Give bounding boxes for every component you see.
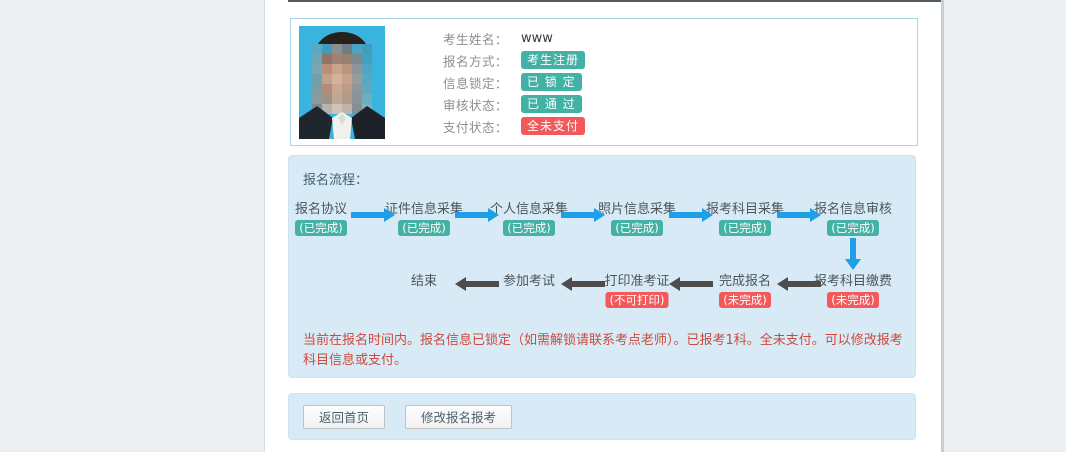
flow-step-status-badge: (未完成)	[827, 292, 878, 308]
info-row: 信息锁定： 已 锁 定	[443, 73, 585, 91]
flow-step: 完成报名 (未完成)	[719, 270, 771, 308]
candidate-photo	[299, 26, 385, 139]
flow-step-label: 报考科目采集	[706, 198, 784, 217]
arrow-down-head-icon	[845, 259, 861, 270]
info-value: www	[521, 31, 553, 46]
flow-step-status-badge: (已完成)	[719, 220, 770, 236]
flow-step-label: 证件信息采集	[385, 198, 463, 217]
arrow-left-icon	[680, 281, 713, 287]
info-row: 支付状态： 全未支付	[443, 117, 585, 135]
flow-step: 结束	[411, 270, 437, 289]
candidate-info-card: 考生姓名：www报名方式：考生注册信息锁定：已 锁 定审核状态：已 通 过支付状…	[290, 18, 918, 146]
flow-step-status-badge: (已完成)	[398, 220, 449, 236]
flow-step: 报名信息审核 (已完成)	[814, 198, 892, 236]
status-badge: 全未支付	[521, 117, 585, 135]
flow-step-label: 照片信息采集	[598, 198, 676, 217]
flow-title: 报名流程：	[303, 169, 368, 188]
arrow-right-icon	[777, 212, 810, 218]
flow-step-status-badge: (已完成)	[827, 220, 878, 236]
arrow-right-icon	[561, 212, 594, 218]
flow-step-label: 报考科目缴费	[814, 270, 892, 289]
arrow-down-icon	[850, 238, 856, 259]
arrow-left-icon	[572, 281, 605, 287]
info-row: 报名方式： 考生注册	[443, 51, 585, 69]
flow-step-label: 完成报名	[719, 270, 771, 289]
flow-step-label: 参加考试	[503, 270, 555, 289]
modify-registration-button[interactable]: 修改报名报考	[405, 405, 512, 429]
content-left-edge	[264, 0, 265, 452]
flow-step-status-badge: (未完成)	[719, 292, 770, 308]
status-note: 当前在报名时间内。报名信息已锁定（如需解锁请联系考点老师）。已报考1科。全未支付…	[303, 331, 909, 371]
status-badge: 已 锁 定	[521, 73, 582, 91]
info-label: 报名方式：	[443, 51, 511, 70]
info-label: 支付状态：	[443, 117, 511, 136]
flow-step: 报考科目采集 (已完成)	[706, 198, 784, 236]
info-row: 考生姓名： www	[443, 29, 585, 47]
info-label: 信息锁定：	[443, 73, 511, 92]
flow-step: 参加考试	[503, 270, 555, 289]
flow-step: 报名协议 (已完成)	[295, 198, 347, 236]
flow-step: 个人信息采集 (已完成)	[490, 198, 568, 236]
flow-step-label: 结束	[411, 270, 437, 289]
info-row: 审核状态： 已 通 过	[443, 95, 585, 113]
arrow-right-icon	[351, 212, 384, 218]
registration-flow-panel: 报名流程： 报名协议(已完成)证件信息采集(已完成)个人信息采集(已完成)照片信…	[288, 155, 916, 378]
status-badge: 已 通 过	[521, 95, 582, 113]
flow-step-label: 个人信息采集	[490, 198, 568, 217]
flow-step-label: 报名协议	[295, 198, 347, 217]
arrow-left-icon	[788, 281, 821, 287]
arrow-right-icon	[455, 212, 488, 218]
flow-step-status-badge: (不可打印)	[606, 292, 669, 308]
back-home-button[interactable]: 返回首页	[303, 405, 385, 429]
flow-step: 照片信息采集 (已完成)	[598, 198, 676, 236]
flow-step: 打印准考证 (不可打印)	[604, 270, 669, 308]
header-divider	[288, 0, 941, 2]
arrow-right-icon	[669, 212, 702, 218]
info-label: 考生姓名：	[443, 29, 511, 48]
flow-step-status-badge: (已完成)	[503, 220, 554, 236]
flow-step: 证件信息采集 (已完成)	[385, 198, 463, 236]
flow-step-label: 报名信息审核	[814, 198, 892, 217]
actions-panel: 返回首页 修改报名报考	[288, 393, 916, 440]
scrollbar-track[interactable]	[941, 0, 944, 452]
status-badge: 考生注册	[521, 51, 585, 69]
flow-step-status-badge: (已完成)	[295, 220, 346, 236]
flow-step: 报考科目缴费 (未完成)	[814, 270, 892, 308]
flow-step-label: 打印准考证	[604, 270, 669, 289]
arrow-left-icon	[466, 281, 499, 287]
info-label: 审核状态：	[443, 95, 511, 114]
flow-step-status-badge: (已完成)	[611, 220, 662, 236]
